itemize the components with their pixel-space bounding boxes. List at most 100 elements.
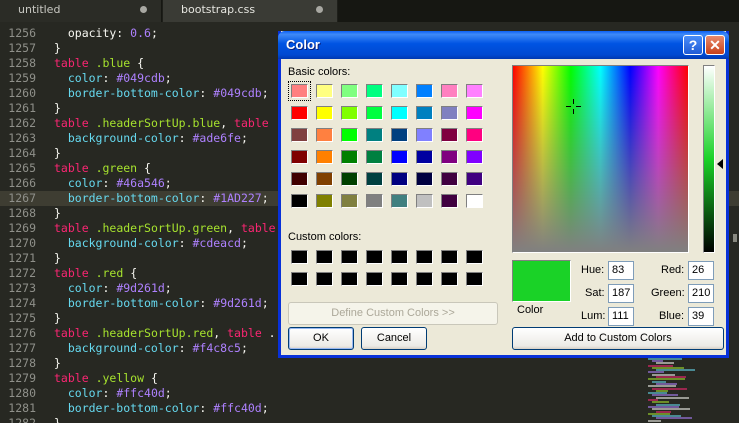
basic-color-swatch[interactable] bbox=[416, 84, 433, 98]
basic-color-swatch[interactable] bbox=[316, 84, 333, 98]
basic-color-swatch[interactable] bbox=[316, 106, 333, 120]
custom-color-swatch[interactable] bbox=[316, 272, 333, 286]
basic-color-swatch[interactable] bbox=[391, 194, 408, 208]
basic-color-swatch[interactable] bbox=[316, 172, 333, 186]
basic-color-swatch[interactable] bbox=[391, 106, 408, 120]
code-token: table bbox=[240, 221, 276, 235]
code-line[interactable]: 1278} bbox=[0, 356, 739, 371]
basic-color-swatch[interactable] bbox=[366, 194, 383, 208]
code-line[interactable]: 1281 border-bottom-color: #ffc40d; bbox=[0, 401, 739, 416]
basic-color-swatch[interactable] bbox=[441, 128, 458, 142]
basic-color-swatch[interactable] bbox=[291, 128, 308, 142]
basic-color-swatch[interactable] bbox=[341, 106, 358, 120]
basic-color-swatch[interactable] bbox=[416, 128, 433, 142]
hue-field[interactable]: 83 bbox=[608, 261, 634, 280]
add-to-custom-colors-button[interactable]: Add to Custom Colors bbox=[512, 327, 724, 350]
custom-color-swatch[interactable] bbox=[341, 272, 358, 286]
basic-color-swatch[interactable] bbox=[391, 150, 408, 164]
code-token: ; bbox=[240, 236, 248, 250]
tab-close-dot-icon[interactable] bbox=[316, 6, 323, 13]
basic-color-swatch[interactable] bbox=[366, 128, 383, 142]
basic-color-swatch[interactable] bbox=[466, 150, 483, 164]
basic-color-swatch[interactable] bbox=[341, 194, 358, 208]
basic-color-swatch[interactable] bbox=[466, 84, 483, 98]
code-token: border-bottom-color bbox=[54, 191, 200, 205]
define-custom-colors-button[interactable]: Define Custom Colors >> bbox=[288, 302, 498, 325]
basic-color-swatch[interactable] bbox=[466, 128, 483, 142]
basic-color-swatch[interactable] bbox=[441, 84, 458, 98]
crosshair-icon[interactable] bbox=[566, 99, 581, 114]
basic-color-swatch[interactable] bbox=[291, 150, 308, 164]
basic-color-swatch[interactable] bbox=[441, 172, 458, 186]
basic-color-swatch[interactable] bbox=[316, 128, 333, 142]
custom-color-swatch[interactable] bbox=[291, 272, 308, 286]
code-token: } bbox=[54, 416, 61, 423]
code-line[interactable]: 1280 color: #ffc40d; bbox=[0, 386, 739, 401]
custom-color-swatch[interactable] bbox=[341, 250, 358, 264]
cancel-button[interactable]: Cancel bbox=[361, 327, 427, 350]
custom-color-swatch[interactable] bbox=[366, 272, 383, 286]
basic-color-swatch[interactable] bbox=[466, 172, 483, 186]
basic-color-swatch[interactable] bbox=[341, 150, 358, 164]
code-token: .yellow bbox=[95, 371, 145, 385]
custom-color-swatch[interactable] bbox=[291, 250, 308, 264]
basic-color-swatch[interactable] bbox=[316, 194, 333, 208]
basic-color-swatch[interactable] bbox=[416, 150, 433, 164]
close-button[interactable]: ✕ bbox=[705, 35, 725, 55]
basic-color-swatch[interactable] bbox=[366, 150, 383, 164]
basic-color-swatch[interactable] bbox=[366, 106, 383, 120]
code-token: #f4c8c5 bbox=[192, 341, 241, 355]
basic-color-swatch[interactable] bbox=[341, 84, 358, 98]
basic-color-swatch[interactable] bbox=[416, 194, 433, 208]
tab-close-dot-icon[interactable] bbox=[140, 6, 147, 13]
basic-color-swatch[interactable] bbox=[291, 194, 308, 208]
custom-color-swatch[interactable] bbox=[441, 250, 458, 264]
blue-field[interactable]: 39 bbox=[688, 307, 714, 326]
custom-color-swatch[interactable] bbox=[391, 250, 408, 264]
basic-color-swatch[interactable] bbox=[391, 172, 408, 186]
sat-field[interactable]: 187 bbox=[608, 284, 634, 303]
basic-color-swatch[interactable] bbox=[416, 106, 433, 120]
basic-color-swatch[interactable] bbox=[366, 172, 383, 186]
custom-color-swatch[interactable] bbox=[416, 272, 433, 286]
basic-color-swatch[interactable] bbox=[288, 81, 311, 101]
custom-color-swatch[interactable] bbox=[366, 250, 383, 264]
ok-button[interactable]: OK bbox=[288, 327, 354, 350]
color-spectrum[interactable] bbox=[512, 65, 689, 253]
basic-color-swatch[interactable] bbox=[441, 150, 458, 164]
luminosity-slider[interactable] bbox=[703, 65, 715, 253]
code-token: .headerSortUp.blue bbox=[95, 116, 221, 130]
basic-color-swatch[interactable] bbox=[416, 172, 433, 186]
basic-color-swatch[interactable] bbox=[466, 194, 483, 208]
basic-color-swatch[interactable] bbox=[391, 128, 408, 142]
scrollbar-thumb[interactable] bbox=[733, 234, 737, 242]
basic-color-swatch[interactable] bbox=[441, 106, 458, 120]
lum-field[interactable]: 111 bbox=[608, 307, 634, 326]
basic-color-swatch[interactable] bbox=[391, 84, 408, 98]
custom-color-swatch[interactable] bbox=[466, 272, 483, 286]
help-button[interactable]: ? bbox=[683, 35, 703, 55]
basic-color-swatch[interactable] bbox=[441, 194, 458, 208]
code-line[interactable]: 1279 table .yellow { bbox=[0, 371, 739, 386]
basic-color-swatch[interactable] bbox=[341, 172, 358, 186]
dialog-titlebar[interactable]: Color ? ✕ bbox=[278, 31, 729, 59]
basic-color-swatch[interactable] bbox=[341, 128, 358, 142]
custom-color-swatch[interactable] bbox=[466, 250, 483, 264]
custom-color-swatch[interactable] bbox=[441, 272, 458, 286]
custom-color-swatch[interactable] bbox=[316, 250, 333, 264]
green-field[interactable]: 210 bbox=[688, 284, 714, 303]
basic-color-swatch[interactable] bbox=[291, 106, 308, 120]
basic-color-swatch[interactable] bbox=[466, 106, 483, 120]
lum-label: Lum: bbox=[581, 310, 606, 322]
basic-color-swatch[interactable] bbox=[366, 84, 383, 98]
basic-color-swatch[interactable] bbox=[291, 172, 308, 186]
custom-color-swatch[interactable] bbox=[416, 250, 433, 264]
red-field[interactable]: 26 bbox=[688, 261, 714, 280]
luminosity-arrow-icon[interactable] bbox=[717, 159, 723, 169]
tab-untitled[interactable]: untitled bbox=[0, 0, 162, 22]
custom-color-swatch[interactable] bbox=[391, 272, 408, 286]
basic-color-swatch[interactable] bbox=[316, 150, 333, 164]
tab-bootstrap-css[interactable]: bootstrap.css bbox=[163, 0, 337, 22]
code-line[interactable]: 1282} bbox=[0, 416, 739, 423]
